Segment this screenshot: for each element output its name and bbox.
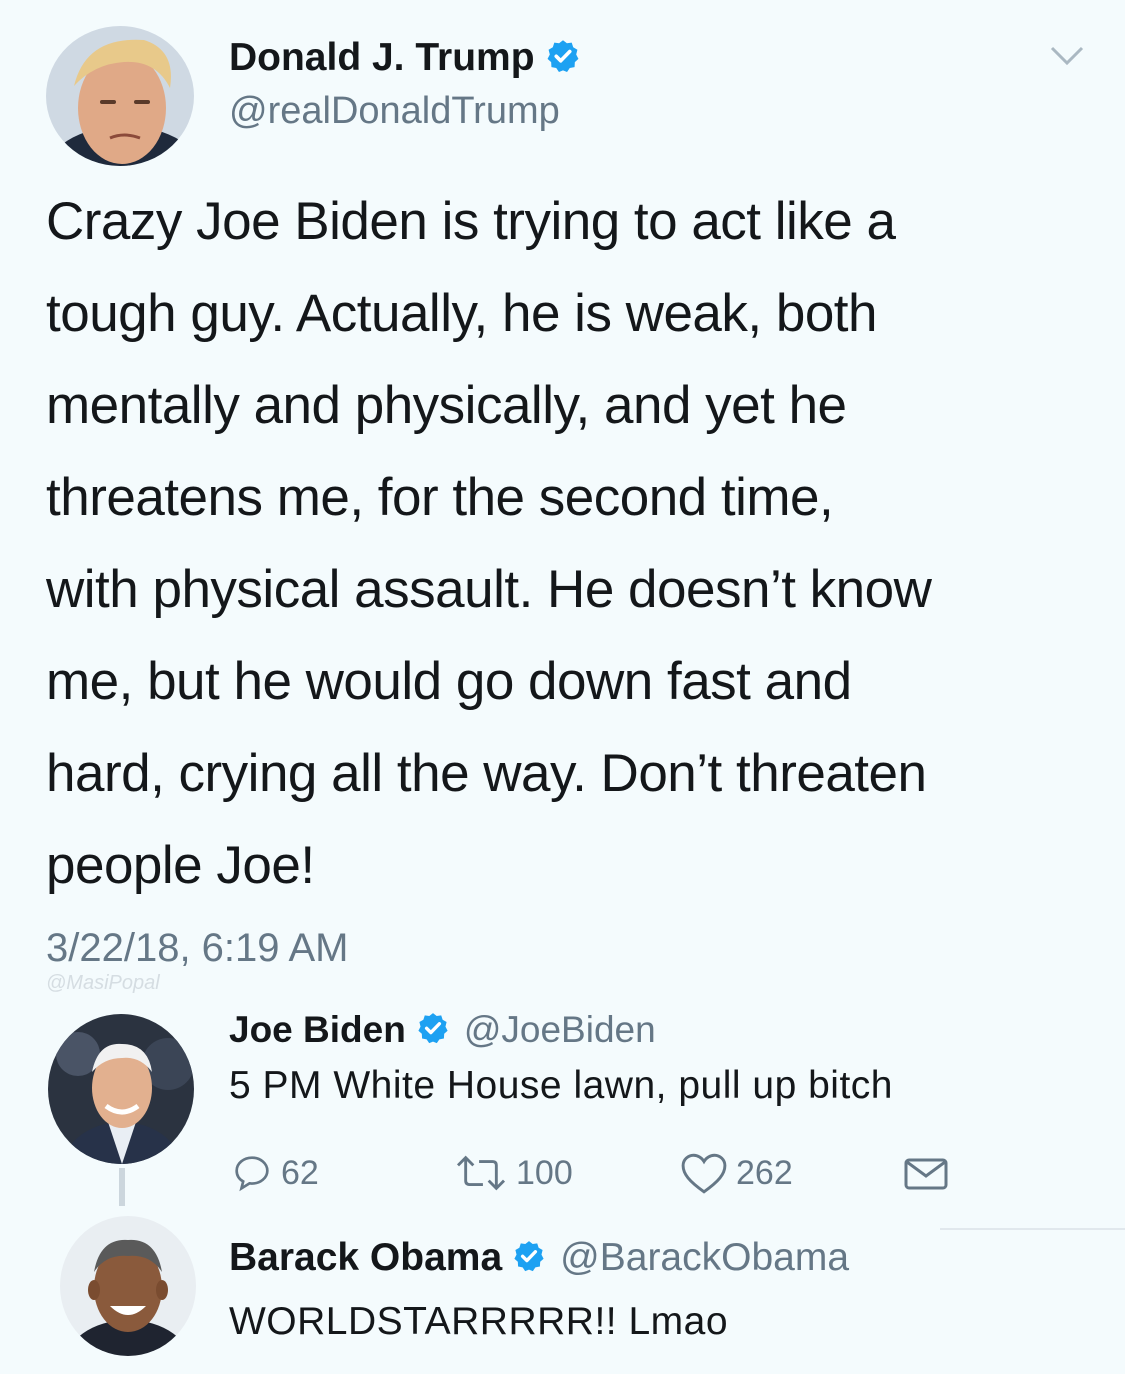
reply-obama-author-row: Barack Obama @BarackObama bbox=[229, 1234, 849, 1282]
verified-badge-icon bbox=[416, 1011, 450, 1050]
retweet-icon bbox=[456, 1155, 506, 1191]
retweet-count: 100 bbox=[516, 1153, 573, 1192]
reply-biden-handle[interactable]: @JoeBiden bbox=[464, 1009, 656, 1051]
author-row: Donald J. Trump bbox=[229, 34, 581, 82]
like-count: 262 bbox=[736, 1153, 793, 1192]
envelope-icon bbox=[904, 1158, 948, 1190]
reply-biden-text: 5 PM White House lawn, pull up bitch bbox=[229, 1064, 893, 1107]
verified-badge-icon bbox=[545, 38, 581, 79]
tweet-text: Crazy Joe Biden is trying to act like a … bbox=[46, 192, 932, 895]
trump-avatar-icon bbox=[46, 26, 194, 166]
obama-avatar-icon bbox=[60, 1216, 196, 1356]
obama-avatar[interactable] bbox=[60, 1216, 196, 1356]
reply-action[interactable]: 62 bbox=[229, 1150, 319, 1196]
reply-obama-text: WORLDSTARRRRR!! Lmao bbox=[229, 1300, 729, 1343]
reply-biden-author-name[interactable]: Joe Biden bbox=[229, 1009, 406, 1051]
reply-obama-handle[interactable]: @BarackObama bbox=[560, 1236, 849, 1280]
biden-avatar[interactable] bbox=[48, 1014, 194, 1164]
like-action[interactable]: 262 bbox=[678, 1150, 793, 1196]
author-handle[interactable]: @realDonaldTrump bbox=[229, 90, 560, 133]
watermark: @MasiPopal bbox=[46, 972, 160, 994]
thread-connector-line bbox=[119, 1168, 125, 1206]
reply-icon bbox=[235, 1156, 269, 1192]
heart-icon bbox=[681, 1153, 727, 1194]
reply-count: 62 bbox=[281, 1153, 319, 1192]
reply-biden-author-row: Joe Biden @JoeBiden bbox=[229, 1006, 656, 1054]
divider bbox=[940, 1228, 1125, 1230]
biden-avatar-icon bbox=[48, 1014, 194, 1164]
direct-message-action[interactable] bbox=[902, 1154, 956, 1194]
verified-badge-icon bbox=[512, 1239, 546, 1278]
reply-obama-author-name[interactable]: Barack Obama bbox=[229, 1236, 502, 1280]
chevron-down-icon[interactable] bbox=[1048, 44, 1086, 68]
tweet-timestamp[interactable]: 3/22/18, 6:19 AM bbox=[46, 926, 348, 971]
author-name[interactable]: Donald J. Trump bbox=[229, 36, 535, 80]
trump-avatar[interactable] bbox=[46, 26, 194, 166]
retweet-action[interactable]: 100 bbox=[452, 1150, 573, 1196]
